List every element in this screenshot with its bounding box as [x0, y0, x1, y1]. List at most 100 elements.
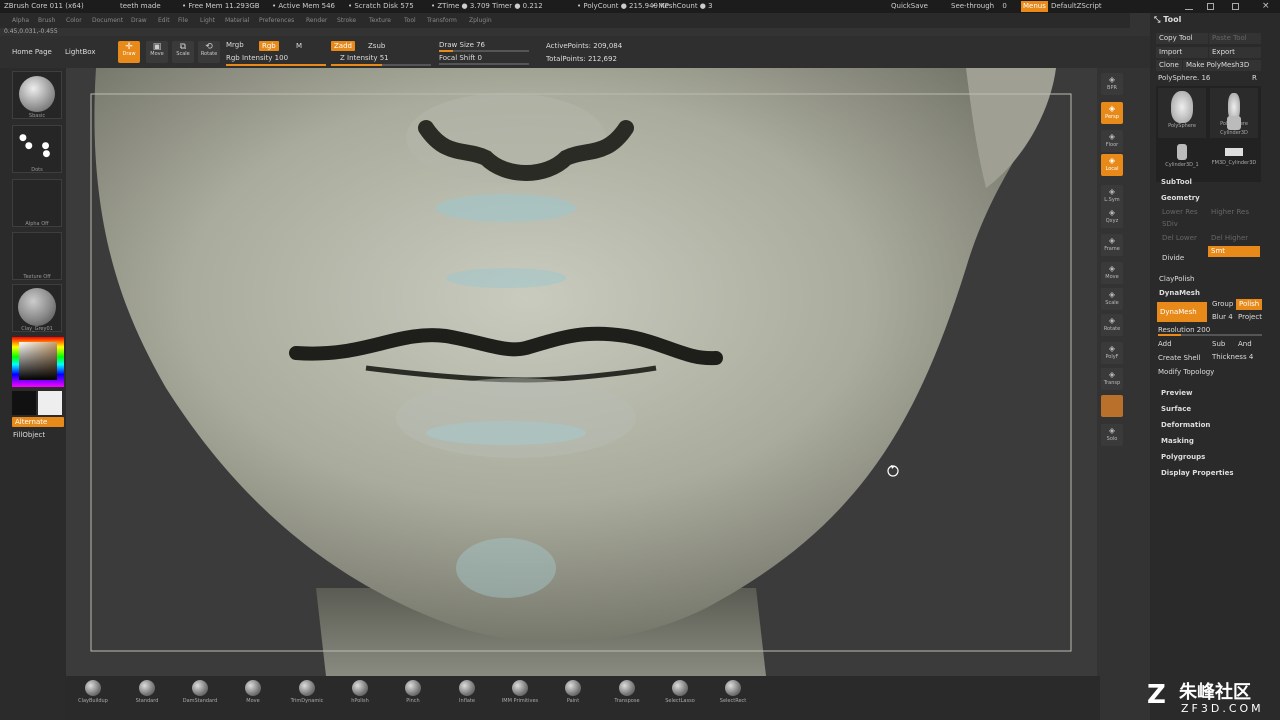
display-properties-section[interactable]: Display Properties	[1161, 469, 1234, 477]
subtool-section[interactable]: SubTool	[1161, 178, 1192, 186]
brush-pinch[interactable]: Pinch	[386, 680, 440, 704]
menu-brush[interactable]: Brush	[38, 13, 55, 28]
z-intensity-slider[interactable]	[331, 64, 431, 66]
paste-tool-button[interactable]: Paste Tool	[1209, 33, 1261, 44]
menu-draw[interactable]: Draw	[131, 13, 147, 28]
view-persp-button[interactable]: ◈ Persp	[1101, 102, 1123, 124]
menu-texture[interactable]: Texture	[369, 13, 391, 28]
maximize-icon[interactable]	[1207, 3, 1214, 10]
surface-section[interactable]: Surface	[1161, 405, 1191, 413]
alternate-button[interactable]: Alternate	[12, 417, 64, 427]
brush-standard[interactable]: Standard	[120, 680, 174, 704]
canvas-viewport[interactable]	[66, 68, 1100, 676]
draw-size-slider[interactable]	[439, 50, 529, 52]
export-button[interactable]: Export	[1209, 47, 1261, 58]
tool-thumb-fm3d-cylinder[interactable]: FM3D_Cylinder3D	[1210, 142, 1258, 180]
main-color-swatch[interactable]	[12, 391, 36, 415]
resolution-slider-track[interactable]	[1158, 334, 1262, 336]
brush-damstandard[interactable]: DamStandard	[173, 680, 227, 704]
view-solo-button[interactable]: ◈ Solo	[1101, 424, 1123, 446]
tool-thumb-cylinder[interactable]: Cylinder3D	[1210, 116, 1258, 138]
deformation-section[interactable]: Deformation	[1161, 421, 1210, 429]
view-frame-button[interactable]: ◈ Frame	[1101, 234, 1123, 256]
menu-color[interactable]: Color	[66, 13, 82, 28]
home-page-button[interactable]: Home Page	[12, 48, 52, 56]
scale-mode-button[interactable]: ⧉ Scale	[172, 41, 194, 63]
menu-document[interactable]: Document	[92, 13, 123, 28]
zsub-button[interactable]: Zsub	[368, 42, 385, 50]
quicksave-button[interactable]: QuickSave	[891, 0, 928, 13]
brush-selectrect[interactable]: SelectRect	[706, 680, 760, 704]
masking-section[interactable]: Masking	[1161, 437, 1194, 445]
create-shell-button[interactable]: Create Shell	[1158, 354, 1201, 362]
rgb-button[interactable]: Rgb	[259, 41, 279, 51]
menu-alpha[interactable]: Alpha	[12, 13, 29, 28]
close-icon[interactable]: ×	[1262, 0, 1270, 13]
copy-tool-button[interactable]: Copy Tool	[1156, 33, 1208, 44]
view-polyf-button[interactable]: ◈ PolyF	[1101, 342, 1123, 364]
divide-button[interactable]: Divide	[1162, 254, 1184, 262]
view-bpr-button[interactable]: ◈ BPR	[1101, 73, 1123, 95]
tool-palette-title[interactable]: ⤡ Tool	[1154, 15, 1181, 25]
m-button[interactable]: M	[296, 42, 302, 50]
tool-thumb-polysphere-1[interactable]: PolySphere	[1158, 88, 1206, 138]
preview-section[interactable]: Preview	[1161, 389, 1193, 397]
view-local-button[interactable]: ◈ Local	[1101, 154, 1123, 176]
smt-toggle[interactable]: Smt	[1208, 246, 1260, 257]
make-polymesh-button[interactable]: Make PolyMesh3D	[1183, 60, 1261, 71]
menu-edit[interactable]: Edit	[158, 13, 170, 28]
view-scale-button[interactable]: ◈ Scale	[1101, 288, 1123, 310]
claypolish-section[interactable]: ClayPolish	[1159, 275, 1195, 283]
higher-res-button[interactable]: Higher Res	[1211, 208, 1249, 216]
view-rotate-button[interactable]: ◈ Rotate	[1101, 314, 1123, 336]
menu-preferences[interactable]: Preferences	[259, 13, 294, 28]
menu-stroke[interactable]: Stroke	[337, 13, 356, 28]
brush-inflate[interactable]: Inflate	[440, 680, 494, 704]
menu-tool[interactable]: Tool	[404, 13, 416, 28]
brush-transpose[interactable]: Transpose	[600, 680, 654, 704]
and-button[interactable]: And	[1238, 340, 1252, 348]
del-higher-button[interactable]: Del Higher	[1211, 234, 1248, 242]
alpha-picker[interactable]: Alpha Off	[12, 179, 62, 227]
r-button[interactable]: R	[1252, 74, 1257, 82]
restore-icon[interactable]	[1232, 3, 1239, 10]
lightbox-button[interactable]: LightBox	[65, 48, 95, 56]
transp-color-button[interactable]	[1101, 395, 1123, 417]
brush-trimdynamic[interactable]: TrimDynamic	[280, 680, 334, 704]
mrgb-button[interactable]: Mrgb	[226, 41, 244, 49]
del-lower-button[interactable]: Del Lower	[1162, 234, 1197, 242]
see-through-slider[interactable]: See-through 0	[951, 0, 1007, 13]
group-toggle[interactable]: Group	[1212, 300, 1233, 308]
import-button[interactable]: Import	[1156, 47, 1208, 58]
dynamesh-section[interactable]: DynaMesh	[1159, 289, 1200, 297]
polish-toggle[interactable]: Polish	[1236, 299, 1262, 310]
stroke-picker[interactable]: ● ● ● ● Dots	[12, 125, 62, 173]
menu-transform[interactable]: Transform	[427, 13, 457, 28]
draw-mode-button[interactable]: ✛ Draw	[118, 41, 140, 63]
texture-picker[interactable]: Texture Off	[12, 232, 62, 280]
polygroups-section[interactable]: Polygroups	[1161, 453, 1205, 461]
lower-res-button[interactable]: Lower Res	[1162, 208, 1198, 216]
move-mode-button[interactable]: ▣ Move	[146, 41, 168, 63]
color-picker[interactable]	[12, 337, 64, 387]
view-floor-button[interactable]: ◈ Floor	[1101, 130, 1123, 152]
brush-paint[interactable]: Paint	[546, 680, 600, 704]
tool-thumb-cylinder-1[interactable]: Cylinder3D_1	[1158, 142, 1206, 180]
brush-hpolish[interactable]: hPolish	[333, 680, 387, 704]
focal-shift-slider[interactable]	[439, 63, 529, 65]
rgb-intensity-slider[interactable]	[226, 64, 326, 66]
view-lsym-button[interactable]: ◈ L.Sym	[1101, 185, 1123, 207]
minimize-icon[interactable]	[1185, 4, 1193, 10]
menu-material[interactable]: Material	[225, 13, 249, 28]
add-button[interactable]: Add	[1158, 340, 1172, 348]
dynamesh-button[interactable]: DynaMesh	[1157, 302, 1207, 322]
project-toggle[interactable]: Project	[1238, 313, 1262, 321]
clone-button[interactable]: Clone	[1156, 60, 1182, 71]
brush-selectlasso[interactable]: SelectLasso	[653, 680, 707, 704]
secondary-color-swatch[interactable]	[38, 391, 62, 415]
menu-zplugin[interactable]: Zplugin	[469, 13, 492, 28]
modify-topology-section[interactable]: Modify Topology	[1158, 368, 1214, 376]
rotate-mode-button[interactable]: ⟲ Rotate	[198, 41, 220, 63]
menus-button[interactable]: Menus	[1021, 1, 1048, 12]
fill-object-button[interactable]: FillObject	[13, 431, 45, 439]
